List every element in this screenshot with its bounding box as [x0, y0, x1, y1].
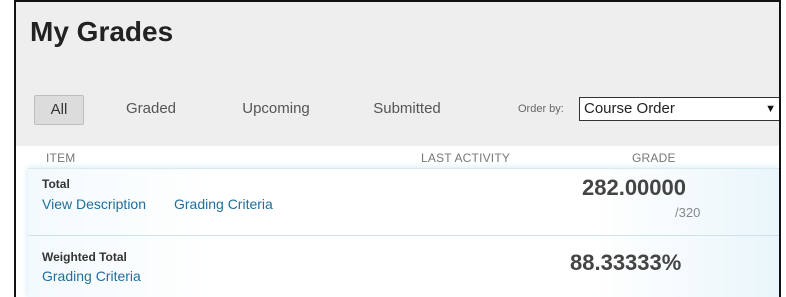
grade-rows: Total View Description Grading Criteria … [28, 168, 779, 297]
grading-criteria-link[interactable]: Grading Criteria [174, 196, 273, 212]
grade-row-weighted-total: Weighted Total Grading Criteria 88.33333… [28, 236, 779, 296]
column-header-item: ITEM [46, 151, 76, 165]
view-description-link[interactable]: View Description [42, 196, 146, 212]
order-by-label: Order by: [518, 103, 564, 115]
row-title: Weighted Total [42, 250, 127, 264]
filter-bar: All Graded Upcoming Submitted Order by: … [34, 95, 779, 125]
grading-criteria-link[interactable]: Grading Criteria [42, 268, 141, 284]
grade-row-total: Total View Description Grading Criteria … [28, 169, 779, 236]
tab-graded[interactable]: Graded [116, 95, 186, 123]
column-header-last-activity: LAST ACTIVITY [421, 151, 511, 165]
grades-table: ITEM LAST ACTIVITY GRADE Total View Desc… [16, 146, 779, 297]
grade-out-of: /320 [675, 205, 701, 220]
tab-submitted[interactable]: Submitted [360, 95, 454, 123]
grade-value: 88.33333% [570, 250, 682, 275]
page-title: My Grades [30, 16, 174, 47]
tab-upcoming[interactable]: Upcoming [230, 95, 322, 123]
row-title: Total [42, 177, 70, 191]
dropdown-caret-icon: ▼ [765, 103, 776, 115]
order-by-value: Course Order [584, 100, 675, 117]
grades-header: My Grades All Graded Upcoming Submitted … [16, 2, 779, 146]
column-header-grade: GRADE [632, 151, 676, 165]
tab-all[interactable]: All [34, 95, 84, 125]
order-by-select[interactable]: Course Order ▼ [579, 97, 779, 121]
grades-panel: My Grades All Graded Upcoming Submitted … [14, 0, 781, 297]
grade-value: 282.00000 [582, 175, 686, 200]
